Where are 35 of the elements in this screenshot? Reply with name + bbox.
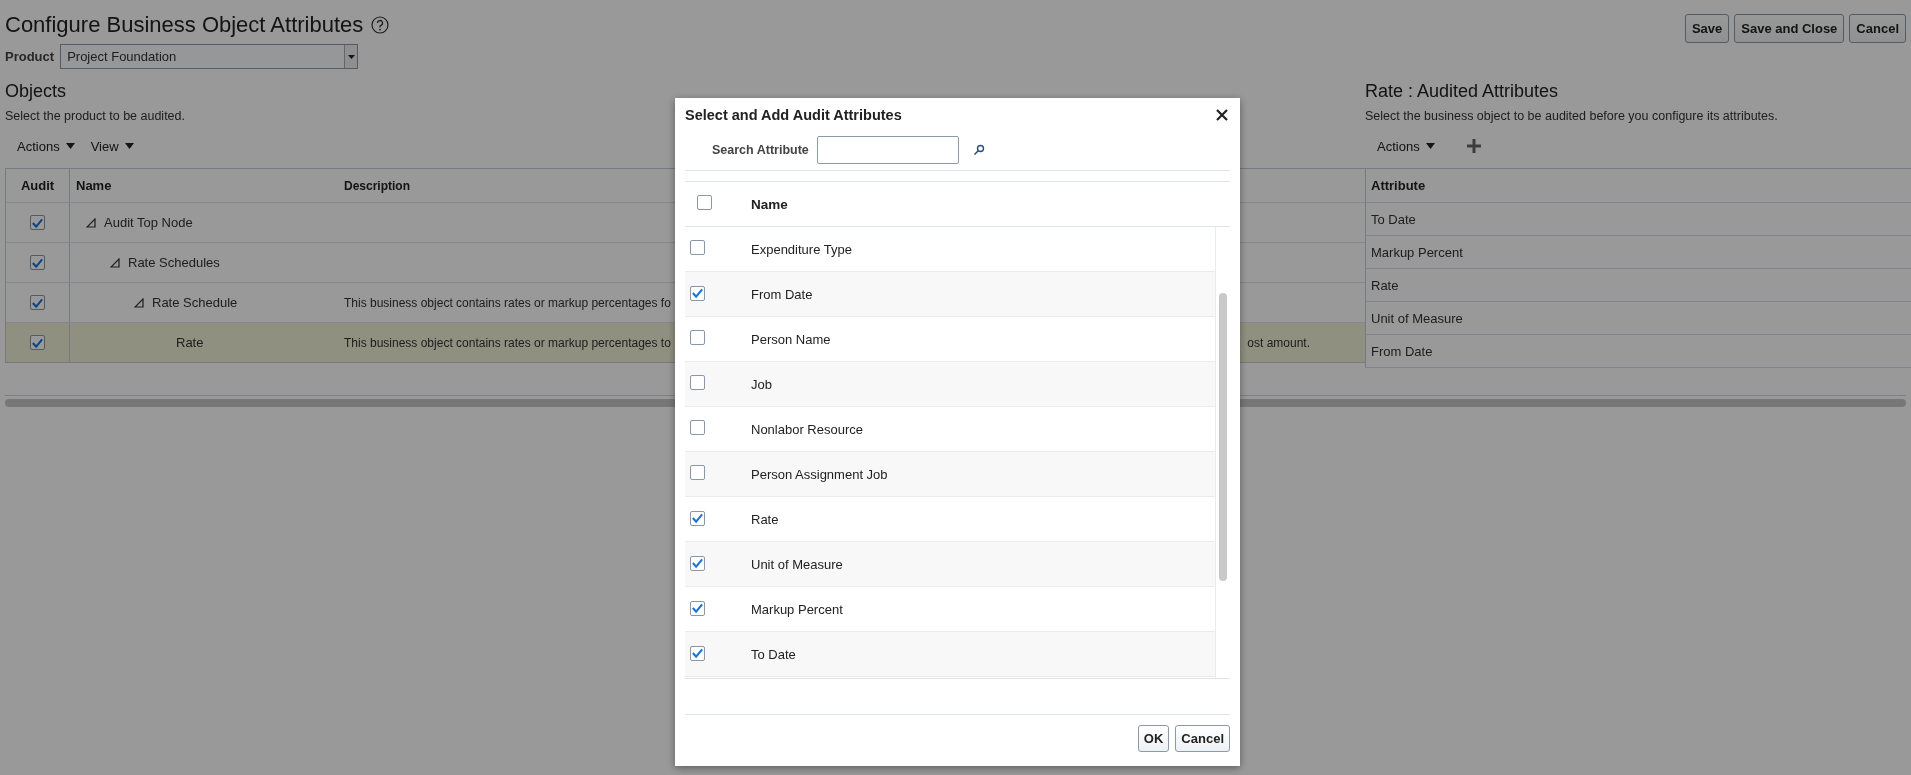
description-text: This business object contains rates or markup percentages to <box>344 335 671 350</box>
attribute-name: Expenditure Type <box>751 241 852 257</box>
page-title: Configure Business Object Attributes <box>5 12 364 38</box>
tree-item-label: Audit Top Node <box>104 215 193 230</box>
attribute-name: From Date <box>751 286 813 302</box>
attribute-name: Person Name <box>751 331 831 347</box>
description-text: This business object contains rates or markup percentages fo <box>344 295 671 310</box>
tree-item-label: Rate Schedules <box>128 255 220 270</box>
column-header: Name <box>75 178 113 193</box>
attribute-name: Markup Percent <box>751 601 843 617</box>
dialog-title: Select and Add Audit Attributes <box>685 107 902 123</box>
attribute-name: To Date <box>751 646 796 662</box>
attribute-name: Job <box>751 376 772 392</box>
table-cell: Rate <box>1371 277 1399 293</box>
column-header: Description <box>343 178 411 193</box>
column-header: Audit <box>6 169 70 202</box>
tree-item-label: Rate Schedule <box>152 295 238 310</box>
attribute-name: Unit of Measure <box>751 556 843 572</box>
table-cell: Unit of Measure <box>1371 310 1463 326</box>
description-text: ost amount. <box>1247 335 1310 350</box>
section-subtitle: Select the business object to be audited before you configure its attributes. <box>1365 109 1778 123</box>
column-header: Attribute <box>1371 178 1426 193</box>
section-title: Rate : Audited Attributes <box>1365 81 1559 103</box>
attribute-name: Nonlabor Resource <box>751 421 863 437</box>
table-cell: To Date <box>1371 211 1416 227</box>
table-cell: From Date <box>1371 343 1433 359</box>
section-subtitle: Select the product to be audited. <box>5 109 185 123</box>
table-cell: Markup Percent <box>1371 244 1463 260</box>
section-title: Objects <box>5 81 67 103</box>
product-label: Product <box>5 49 55 64</box>
attribute-name: Person Assignment Job <box>751 466 888 482</box>
search-label: Search Attribute <box>712 143 809 157</box>
column-header: Name <box>751 196 788 212</box>
tree-item-label: Rate <box>176 335 204 350</box>
attribute-name: Rate <box>751 511 779 527</box>
